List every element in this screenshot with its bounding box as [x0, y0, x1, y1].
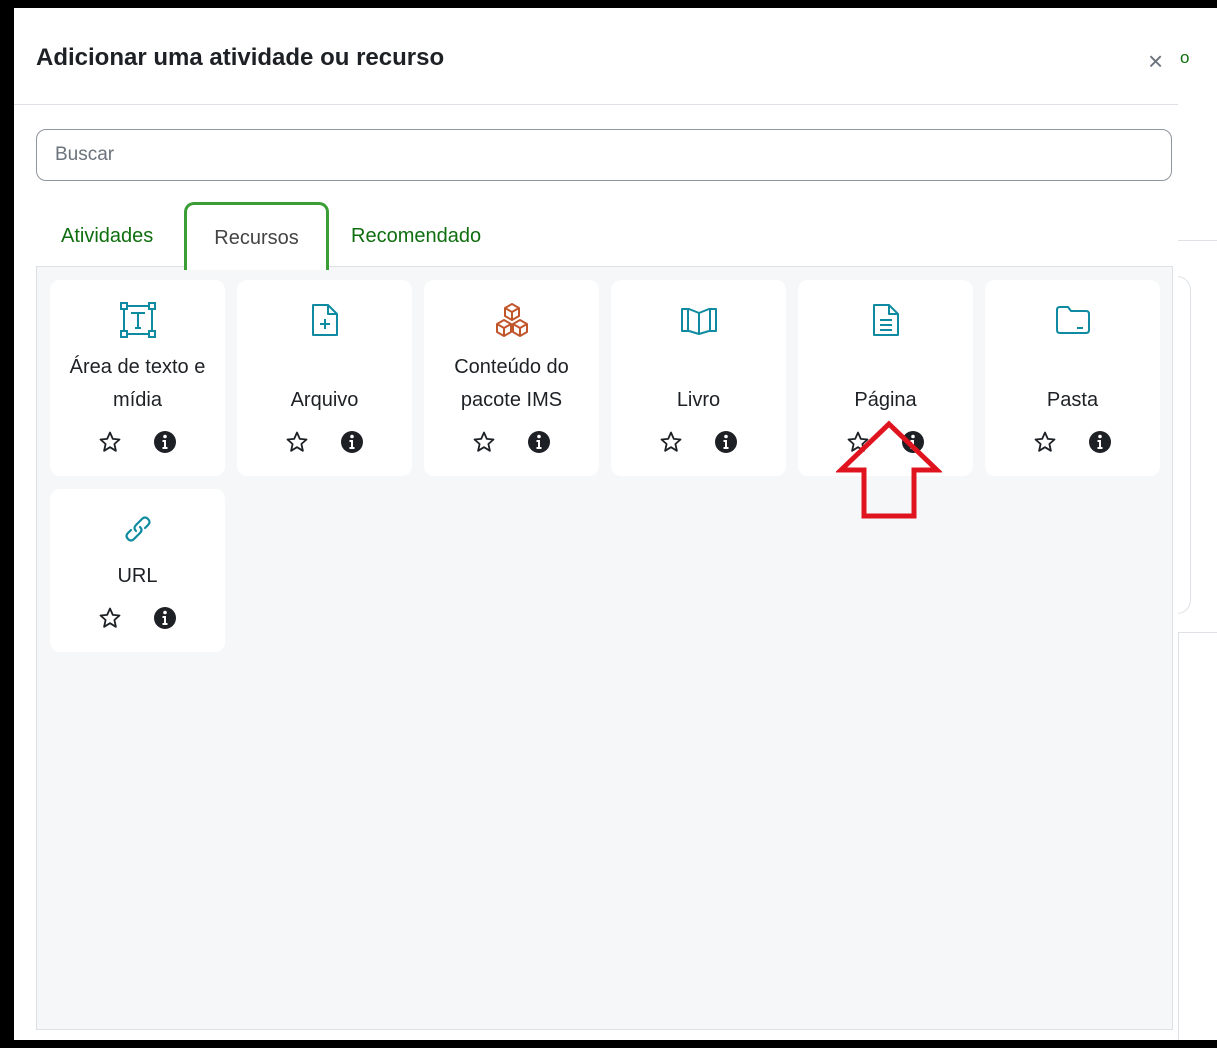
chooser-item-pasta[interactable]: Pasta [985, 280, 1160, 476]
star-icon[interactable] [659, 430, 683, 454]
screenshot-frame-top [0, 0, 1217, 8]
star-icon[interactable] [1033, 430, 1057, 454]
info-icon[interactable] [714, 430, 738, 454]
chooser-item-url[interactable]: URL [50, 489, 225, 652]
chooser-item-livro[interactable]: Livro [611, 280, 786, 476]
background-panel [1178, 632, 1217, 1040]
item-label: Área de texto e mídia [69, 356, 206, 411]
background-divider [1178, 240, 1217, 241]
star-icon[interactable] [98, 606, 122, 630]
modal-header: Adicionar uma atividade ou recurso × [14, 8, 1178, 105]
chooser-item-arquivo[interactable]: Arquivo [237, 280, 412, 476]
chooser-item-ims-package[interactable]: Conteúdo do pacote IMS [424, 280, 599, 476]
page-document-icon [798, 300, 973, 340]
book-icon [611, 300, 786, 340]
tab-recomendado[interactable]: Recomendado [351, 225, 481, 248]
info-icon[interactable] [153, 606, 177, 630]
tab-atividades[interactable]: Atividades [61, 225, 153, 248]
info-icon[interactable] [1088, 430, 1112, 454]
info-icon[interactable] [527, 430, 551, 454]
star-icon[interactable] [472, 430, 496, 454]
screenshot-frame-left [0, 0, 14, 1048]
search-input[interactable] [36, 129, 1172, 181]
item-label: URL [117, 565, 158, 587]
star-icon[interactable] [98, 430, 122, 454]
chooser-item-text-media-area[interactable]: Área de texto e mídia [50, 280, 225, 476]
item-label: Livro [676, 389, 721, 411]
chooser-content-area: Área de texto e mídia Arquivo Conteúdo d… [36, 266, 1173, 1030]
tab-recursos[interactable]: Recursos [184, 202, 329, 270]
file-plus-icon [237, 300, 412, 340]
item-label: Página [854, 389, 917, 411]
background-page-text: o [1180, 48, 1190, 67]
star-icon[interactable] [285, 430, 309, 454]
modal-title: Adicionar uma atividade ou recurso [36, 44, 445, 71]
folder-icon [985, 300, 1160, 340]
item-label: Pasta [1046, 389, 1099, 411]
activity-chooser-modal: Adicionar uma atividade ou recurso × Ati… [14, 8, 1178, 1040]
item-label: Conteúdo do pacote IMS [454, 356, 569, 411]
info-icon[interactable] [340, 430, 364, 454]
text-media-area-icon [50, 300, 225, 340]
package-cubes-icon [424, 300, 599, 340]
link-icon [50, 509, 225, 549]
item-label: Arquivo [290, 389, 359, 411]
screenshot-frame-bottom [0, 1040, 1217, 1048]
close-icon[interactable]: × [1148, 48, 1163, 74]
red-up-arrow-icon [836, 420, 942, 519]
info-icon[interactable] [153, 430, 177, 454]
